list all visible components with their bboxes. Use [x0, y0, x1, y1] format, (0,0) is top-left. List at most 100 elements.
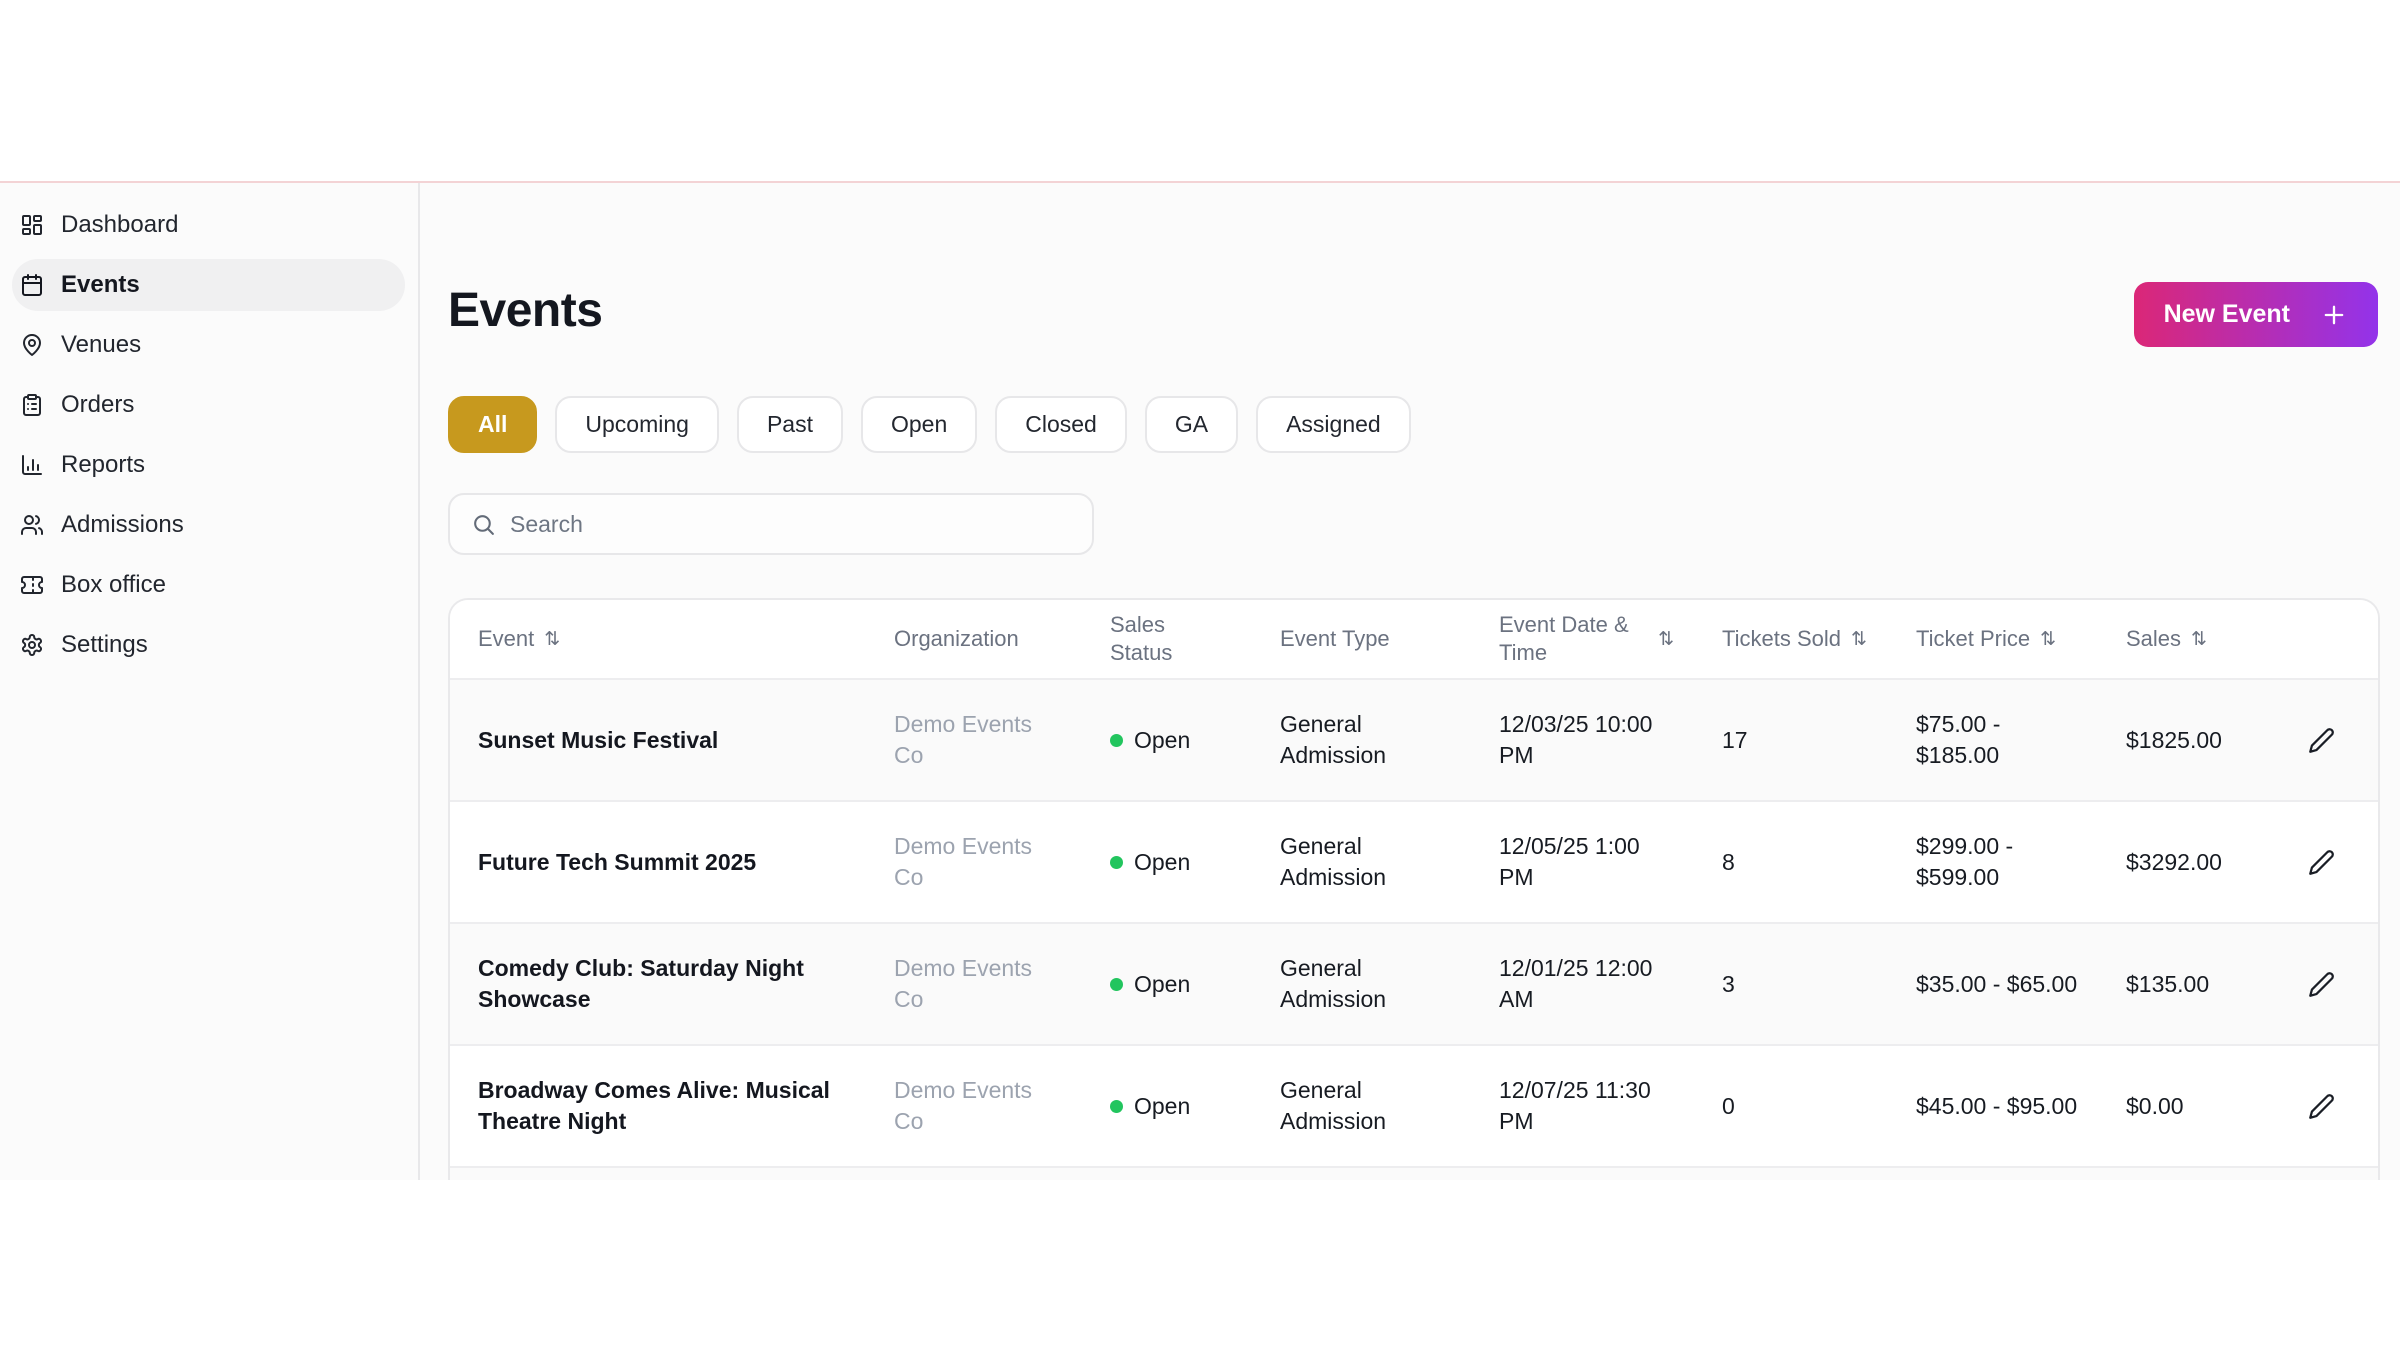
sales-status-cell: Open	[1082, 1046, 1252, 1166]
status-label: Open	[1134, 848, 1191, 875]
table-row[interactable]: Comedy Club: Saturday Night Showcase Demo…	[450, 922, 2378, 1044]
map-pin-icon	[23, 334, 41, 356]
column-label: Tickets Sold	[1722, 626, 1842, 651]
sidebar-item-venues[interactable]: Venues	[12, 319, 405, 371]
sidebar-item-events[interactable]: Events	[12, 259, 405, 311]
filter-past[interactable]: Past	[736, 396, 843, 453]
status-dot	[1110, 977, 1123, 991]
filter-all[interactable]: All	[448, 396, 538, 453]
search-box[interactable]	[448, 493, 1094, 555]
calendar-icon	[22, 274, 42, 296]
status-label: Open	[1134, 1092, 1191, 1119]
filter-label: Past	[766, 411, 813, 437]
sidebar-item-admissions[interactable]: Admissions	[12, 499, 405, 551]
filter-assigned[interactable]: Assigned	[1256, 396, 1411, 453]
sidebar-item-box-office[interactable]: Box office	[12, 559, 405, 611]
filter-label: All	[478, 411, 508, 437]
filter-ga[interactable]: GA	[1144, 396, 1239, 453]
tickets-sold-cell: 17	[1722, 726, 1748, 753]
actions-cell	[2264, 924, 2378, 1044]
sidebar: Dashboard Events Venues Orders Reports Admiss…	[0, 183, 420, 1180]
sales-status-cell: Open	[1082, 924, 1252, 1044]
edit-event-button[interactable]	[2298, 717, 2345, 764]
ticket-price-cell: $45.00 - $95.00	[1916, 1092, 2078, 1119]
edit-event-button[interactable]	[2298, 961, 2345, 1008]
column-header-event-type: Event Type	[1252, 600, 1471, 678]
filter-bar: All Upcoming Past Open Closed GA Assigned	[448, 396, 2380, 453]
column-label: Event Date & Time	[1499, 612, 1629, 665]
sidebar-item-label: Venues	[61, 331, 142, 358]
edit-event-button[interactable]	[2298, 839, 2345, 886]
column-header-sales[interactable]: Sales ⇅	[2098, 600, 2264, 678]
gear-icon	[22, 634, 42, 656]
column-label: Sales Status	[1110, 612, 1173, 665]
event-datetime-cell: 12/07/25 11:30 PM	[1499, 1077, 1651, 1134]
event-name-cell: Sunset Music Festival	[478, 726, 719, 753]
sidebar-item-label: Settings	[61, 631, 148, 658]
sales-cell: $135.00	[2126, 970, 2210, 997]
filter-upcoming[interactable]: Upcoming	[555, 396, 719, 453]
pencil-icon	[2308, 1093, 2334, 1119]
event-name-cell: Future Tech Summit 2025	[478, 848, 757, 875]
event-datetime-cell: 12/03/25 10:00 PM	[1499, 711, 1653, 768]
new-event-label: New Event	[2163, 300, 2290, 328]
sidebar-item-label: Orders	[61, 391, 135, 418]
edit-event-button[interactable]	[2298, 1083, 2345, 1130]
filter-label: Open	[890, 411, 948, 437]
sales-status-cell: Open	[1082, 680, 1252, 800]
column-header-tickets-sold[interactable]: Tickets Sold ⇅	[1694, 600, 1888, 678]
page-title: Events	[448, 284, 603, 337]
column-label: Event	[478, 626, 535, 651]
table-row[interactable]: Sunset Music Festival Demo Events Co Open G…	[450, 678, 2378, 800]
sort-icon: ⇅	[2191, 628, 2207, 650]
organization-cell: Demo Events Co	[894, 711, 1033, 768]
status-label: Open	[1134, 970, 1191, 997]
status-dot	[1110, 1099, 1123, 1113]
filter-closed[interactable]: Closed	[995, 396, 1127, 453]
sidebar-item-orders[interactable]: Orders	[12, 379, 405, 431]
ticket-price-cell: $75.00 - $185.00	[1916, 711, 2001, 768]
tickets-sold-cell: 8	[1722, 848, 1735, 875]
column-label: Organization	[894, 626, 1019, 651]
new-event-button[interactable]: New Event	[2133, 282, 2378, 347]
main-content: Events New Event All Upcoming Past Open Clos…	[420, 183, 2400, 1180]
table-body: Sunset Music Festival Demo Events Co Open G…	[450, 678, 2378, 1166]
ticket-icon	[21, 576, 43, 594]
sidebar-nav: Dashboard Events Venues Orders Reports Admiss…	[12, 199, 405, 671]
sales-cell: $3292.00	[2126, 848, 2222, 875]
table-header-row: Event ⇅ Organization Sales Status Event Type…	[450, 600, 2378, 678]
filter-label: Upcoming	[585, 411, 689, 437]
sidebar-item-reports[interactable]: Reports	[12, 439, 405, 491]
status-label: Open	[1134, 726, 1191, 753]
column-header-event[interactable]: Event ⇅	[450, 600, 866, 678]
table-row-partial	[450, 1166, 2378, 1180]
sidebar-item-label: Admissions	[61, 511, 184, 538]
table-row[interactable]: Broadway Comes Alive: Musical Theatre Ni…	[450, 1044, 2378, 1166]
status-dot	[1110, 733, 1123, 747]
sort-icon: ⇅	[1658, 628, 1674, 650]
tickets-sold-cell: 0	[1722, 1092, 1735, 1119]
sales-status-cell: Open	[1082, 802, 1252, 922]
column-header-event-date-time[interactable]: Event Date & Time ⇅	[1471, 600, 1694, 678]
column-header-sales-status: Sales Status	[1082, 600, 1252, 678]
sidebar-item-settings[interactable]: Settings	[12, 619, 405, 671]
event-type-cell: General Admission	[1280, 955, 1387, 1012]
search-input[interactable]	[510, 510, 1071, 538]
event-datetime-cell: 12/05/25 1:00 PM	[1499, 833, 1640, 890]
column-header-ticket-price[interactable]: Ticket Price ⇅	[1888, 600, 2098, 678]
filter-open[interactable]: Open	[860, 396, 978, 453]
sidebar-item-label: Reports	[61, 451, 146, 478]
organization-cell: Demo Events Co	[894, 955, 1033, 1012]
dashboard-icon	[22, 215, 42, 235]
table-row[interactable]: Future Tech Summit 2025 Demo Events Co Ope…	[450, 800, 2378, 922]
pencil-icon	[2308, 849, 2334, 875]
sales-cell: $0.00	[2126, 1092, 2184, 1119]
organization-cell: Demo Events Co	[894, 1077, 1033, 1134]
sidebar-item-dashboard[interactable]: Dashboard	[12, 199, 405, 251]
ticket-price-cell: $35.00 - $65.00	[1916, 970, 2078, 997]
sidebar-item-label: Dashboard	[61, 211, 179, 238]
event-type-cell: General Admission	[1280, 711, 1387, 768]
organization-cell: Demo Events Co	[894, 833, 1033, 890]
column-label: Ticket Price	[1916, 626, 2031, 651]
actions-cell	[2264, 1046, 2378, 1166]
